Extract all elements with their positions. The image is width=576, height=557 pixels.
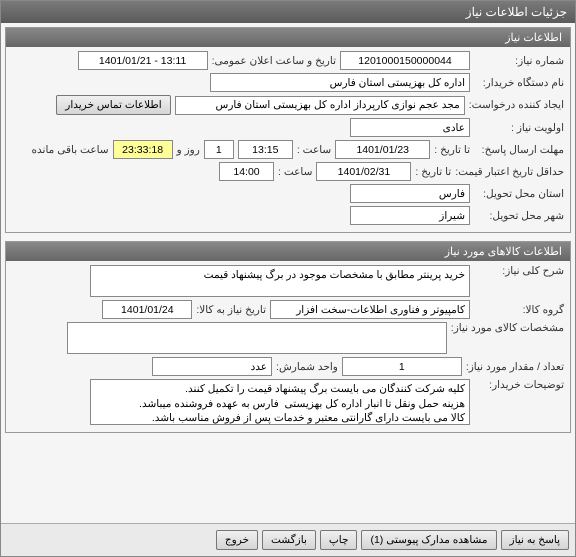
delivery-province-input[interactable] bbox=[350, 184, 470, 203]
row-specs: مشخصات کالای مورد نیاز: bbox=[12, 322, 564, 354]
spacer bbox=[1, 437, 575, 523]
delivery-city-input[interactable] bbox=[350, 206, 470, 225]
goods-info-panel: اطلاعات کالاهای مورد نیاز شرح کلی نیاز: … bbox=[5, 241, 571, 433]
row-requester: ایجاد کننده درخواست: اطلاعات تماس خریدار bbox=[12, 95, 564, 115]
days-label: روز و bbox=[177, 144, 200, 156]
validity-date-input[interactable] bbox=[316, 162, 411, 181]
row-province: استان محل تحویل: bbox=[12, 184, 564, 203]
to-date-label-2: تا تاریخ : bbox=[415, 166, 451, 178]
row-goods-group: گروه کالا: تاریخ نیاز به کالا: bbox=[12, 300, 564, 319]
need-number-label: شماره نیاز: bbox=[474, 55, 564, 67]
row-buyer-notes: توضیحات خریدار: bbox=[12, 379, 564, 425]
attachments-button[interactable]: مشاهده مدارک پیوستی (1) bbox=[361, 530, 496, 550]
overall-desc-input[interactable] bbox=[90, 265, 470, 297]
remaining-label: ساعت باقی مانده bbox=[32, 144, 109, 156]
contact-buyer-button[interactable]: اطلاعات تماس خریدار bbox=[56, 95, 170, 115]
need-info-panel: اطلاعات نیاز شماره نیاز: تاریخ و ساعت اع… bbox=[5, 27, 571, 233]
buyer-notes-input[interactable] bbox=[90, 379, 470, 425]
row-qty: تعداد / مقدار مورد نیاز: واحد شمارش: bbox=[12, 357, 564, 376]
need-date-label: تاریخ نیاز به کالا: bbox=[196, 304, 266, 316]
specs-label: مشخصات کالای مورد نیاز: bbox=[451, 322, 564, 334]
exit-button[interactable]: خروج bbox=[216, 530, 258, 550]
goods-group-label: گروه کالا: bbox=[474, 304, 564, 316]
delivery-province-label: استان محل تحویل: bbox=[474, 188, 564, 200]
to-date-label-1: تا تاریخ : bbox=[434, 144, 470, 156]
need-info-header: اطلاعات نیاز bbox=[6, 28, 570, 47]
requester-label: ایجاد کننده درخواست: bbox=[469, 99, 564, 111]
row-buyer-org: نام دستگاه خریدار: bbox=[12, 73, 564, 92]
row-need-number: شماره نیاز: تاریخ و ساعت اعلان عمومی: bbox=[12, 51, 564, 70]
requester-input[interactable] bbox=[175, 96, 465, 115]
row-overall-desc: شرح کلی نیاز: bbox=[12, 265, 564, 297]
row-reply-deadline: مهلت ارسال پاسخ: تا تاریخ : ساعت : روز و… bbox=[12, 140, 564, 159]
qty-label: تعداد / مقدار مورد نیاز: bbox=[466, 361, 564, 373]
priority-label: اولویت نیاز : bbox=[474, 122, 564, 134]
announce-label: تاریخ و ساعت اعلان عمومی: bbox=[212, 55, 336, 67]
reply-time-input[interactable] bbox=[238, 140, 293, 159]
row-validity: حداقل تاریخ اعتبار قیمت: تا تاریخ : ساعت… bbox=[12, 162, 564, 181]
row-priority: اولویت نیاز : bbox=[12, 118, 564, 137]
need-info-body: شماره نیاز: تاریخ و ساعت اعلان عمومی: نا… bbox=[6, 47, 570, 232]
print-button[interactable]: چاپ bbox=[320, 530, 358, 550]
need-date-input[interactable] bbox=[102, 300, 192, 319]
need-number-input[interactable] bbox=[340, 51, 470, 70]
window-title: جزئیات اطلاعات نیاز bbox=[466, 5, 567, 19]
reply-button[interactable]: پاسخ به نیاز bbox=[501, 530, 569, 550]
footer-bar: پاسخ به نیاز مشاهده مدارک پیوستی (1) چاپ… bbox=[1, 523, 575, 556]
priority-input[interactable] bbox=[350, 118, 470, 137]
goods-info-body: شرح کلی نیاز: گروه کالا: تاریخ نیاز به ک… bbox=[6, 261, 570, 432]
unit-label: واحد شمارش: bbox=[276, 361, 338, 373]
window-title-bar: جزئیات اطلاعات نیاز bbox=[1, 1, 575, 23]
announce-input[interactable] bbox=[78, 51, 208, 70]
reply-deadline-label: مهلت ارسال پاسخ: bbox=[474, 144, 564, 156]
specs-input[interactable] bbox=[67, 322, 447, 354]
days-input[interactable] bbox=[204, 140, 234, 159]
back-button[interactable]: بازگشت bbox=[262, 530, 316, 550]
main-window: جزئیات اطلاعات نیاز اطلاعات نیاز شماره ن… bbox=[0, 0, 576, 557]
delivery-city-label: شهر محل تحویل: bbox=[474, 210, 564, 222]
remaining-time-input[interactable] bbox=[113, 140, 173, 159]
time-label-1: ساعت : bbox=[297, 144, 331, 156]
min-validity-label: حداقل تاریخ اعتبار قیمت: bbox=[455, 166, 564, 178]
buyer-org-input[interactable] bbox=[210, 73, 470, 92]
goods-info-header: اطلاعات کالاهای مورد نیاز bbox=[6, 242, 570, 261]
goods-group-input[interactable] bbox=[270, 300, 470, 319]
overall-desc-label: شرح کلی نیاز: bbox=[474, 265, 564, 277]
unit-input[interactable] bbox=[152, 357, 272, 376]
row-city: شهر محل تحویل: bbox=[12, 206, 564, 225]
qty-input[interactable] bbox=[342, 357, 462, 376]
buyer-org-label: نام دستگاه خریدار: bbox=[474, 77, 564, 89]
validity-time-input[interactable] bbox=[219, 162, 274, 181]
buyer-notes-label: توضیحات خریدار: bbox=[474, 379, 564, 391]
reply-date-input[interactable] bbox=[335, 140, 430, 159]
time-label-2: ساعت : bbox=[278, 166, 312, 178]
